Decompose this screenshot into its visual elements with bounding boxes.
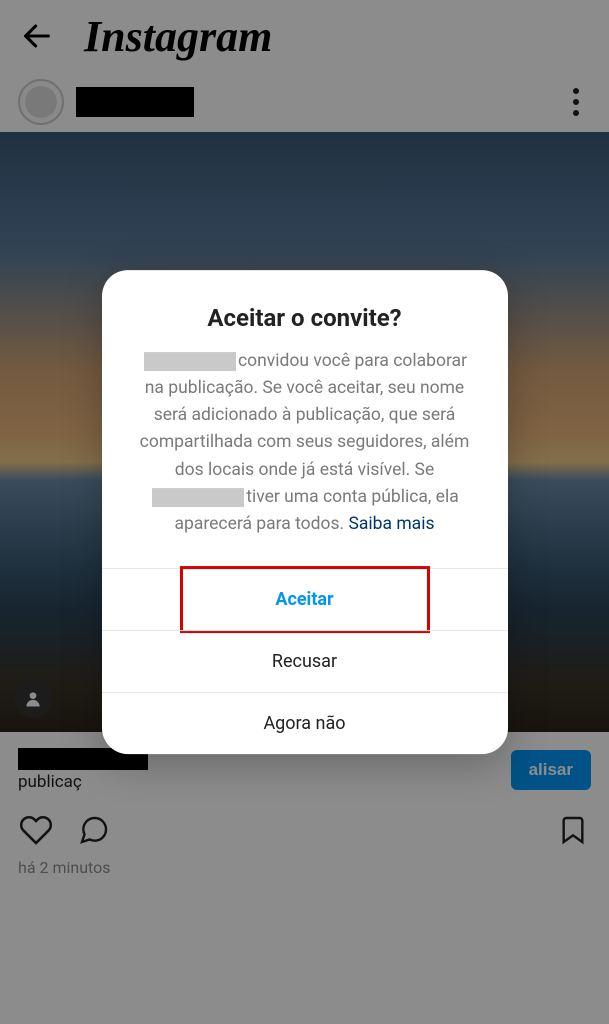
- highlight-rectangle: Aceitar: [180, 566, 430, 633]
- accept-button[interactable]: Aceitar: [183, 569, 427, 630]
- learn-more-link[interactable]: Saiba mais: [348, 514, 434, 534]
- not-now-button[interactable]: Agora não: [102, 692, 508, 754]
- decline-button[interactable]: Recusar: [102, 630, 508, 692]
- inviter-name-redacted-2: [152, 488, 244, 507]
- dialog-title: Aceitar o convite?: [102, 270, 508, 348]
- accept-option-wrap: Aceitar: [102, 568, 508, 633]
- inviter-name-redacted: [144, 352, 236, 371]
- collab-invite-dialog: Aceitar o convite? convidou você para co…: [102, 270, 508, 754]
- dialog-body: convidou você para colaborar na publicaç…: [102, 348, 508, 568]
